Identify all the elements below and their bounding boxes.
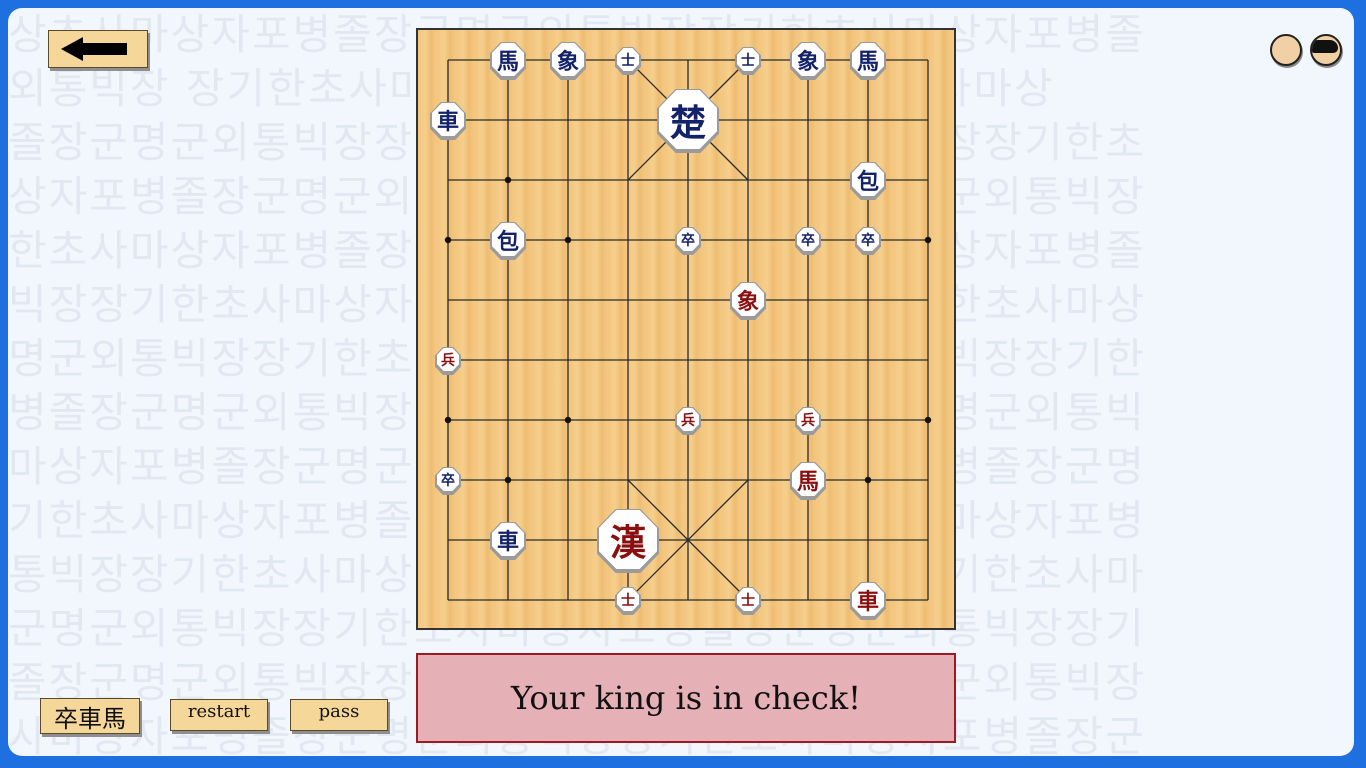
position-marker (924, 416, 932, 424)
red-piece[interactable]: 兵 (435, 347, 461, 375)
piece-label: 士 (737, 48, 759, 71)
red-piece[interactable]: 兵 (675, 407, 701, 435)
piece-label: 馬 (792, 463, 824, 496)
position-marker (564, 236, 572, 244)
piece-label: 車 (852, 583, 884, 616)
blue-piece[interactable]: 卒 (675, 227, 701, 255)
piece-label: 象 (792, 43, 824, 76)
back-button[interactable] (48, 30, 148, 68)
red-piece[interactable]: 象 (730, 282, 766, 320)
dark-piece-icon[interactable] (1310, 34, 1342, 66)
blue-piece[interactable]: 馬 (850, 42, 886, 80)
piece-label: 卒 (677, 228, 699, 251)
restart-label: restart (187, 701, 251, 722)
blue-piece[interactable]: 象 (790, 42, 826, 80)
pass-label: pass (318, 701, 360, 722)
piece-label: 車 (432, 103, 464, 136)
red-piece[interactable]: 馬 (790, 462, 826, 500)
piece-label: 馬 (492, 43, 524, 76)
red-piece[interactable]: 士 (615, 587, 641, 615)
piece-label: 兵 (797, 408, 819, 431)
piece-label: 象 (732, 283, 764, 316)
blue-piece[interactable]: 包 (850, 162, 886, 200)
blue-piece[interactable]: 卒 (435, 467, 461, 495)
piece-label: 士 (737, 588, 759, 611)
piece-label: 士 (617, 588, 639, 611)
mode-label: 卒車馬 (54, 704, 126, 733)
blue-piece[interactable]: 車 (490, 522, 526, 560)
red-piece[interactable]: 車 (850, 582, 886, 620)
blue-piece[interactable]: 卒 (855, 227, 881, 255)
light-piece-icon[interactable] (1270, 34, 1302, 66)
piece-label: 楚 (659, 90, 717, 149)
position-marker (924, 236, 932, 244)
red-piece[interactable]: 兵 (795, 407, 821, 435)
piece-label: 象 (552, 43, 584, 76)
janggi-board[interactable]: 馬象士士象馬車楚包包卒卒卒象兵兵兵卒馬車漢士士車 (416, 28, 956, 630)
red-piece[interactable]: 士 (735, 587, 761, 615)
position-marker (864, 476, 872, 484)
position-marker (564, 416, 572, 424)
blue-piece[interactable]: 象 (550, 42, 586, 80)
piece-label: 漢 (599, 510, 657, 569)
restart-button[interactable]: restart (170, 699, 268, 731)
piece-label: 包 (852, 163, 884, 196)
piece-label: 馬 (852, 43, 884, 76)
status-text: Your king is in check! (510, 679, 862, 717)
piece-label: 兵 (677, 408, 699, 431)
position-marker (444, 236, 452, 244)
position-marker (504, 476, 512, 484)
mode-button[interactable]: 卒車馬 (40, 698, 140, 734)
piece-label: 包 (492, 223, 524, 256)
status-message: Your king is in check! (416, 653, 956, 743)
position-marker (444, 416, 452, 424)
pass-button[interactable]: pass (290, 699, 388, 731)
piece-label: 卒 (857, 228, 879, 251)
piece-label: 士 (617, 48, 639, 71)
piece-label: 卒 (437, 468, 459, 491)
piece-label: 卒 (797, 228, 819, 251)
blue-piece[interactable]: 卒 (795, 227, 821, 255)
arrow-left-icon (61, 37, 127, 61)
piece-label: 兵 (437, 348, 459, 371)
blue-piece[interactable]: 士 (615, 47, 641, 75)
blue-piece[interactable]: 士 (735, 47, 761, 75)
position-marker (504, 176, 512, 184)
piece-label: 車 (492, 523, 524, 556)
